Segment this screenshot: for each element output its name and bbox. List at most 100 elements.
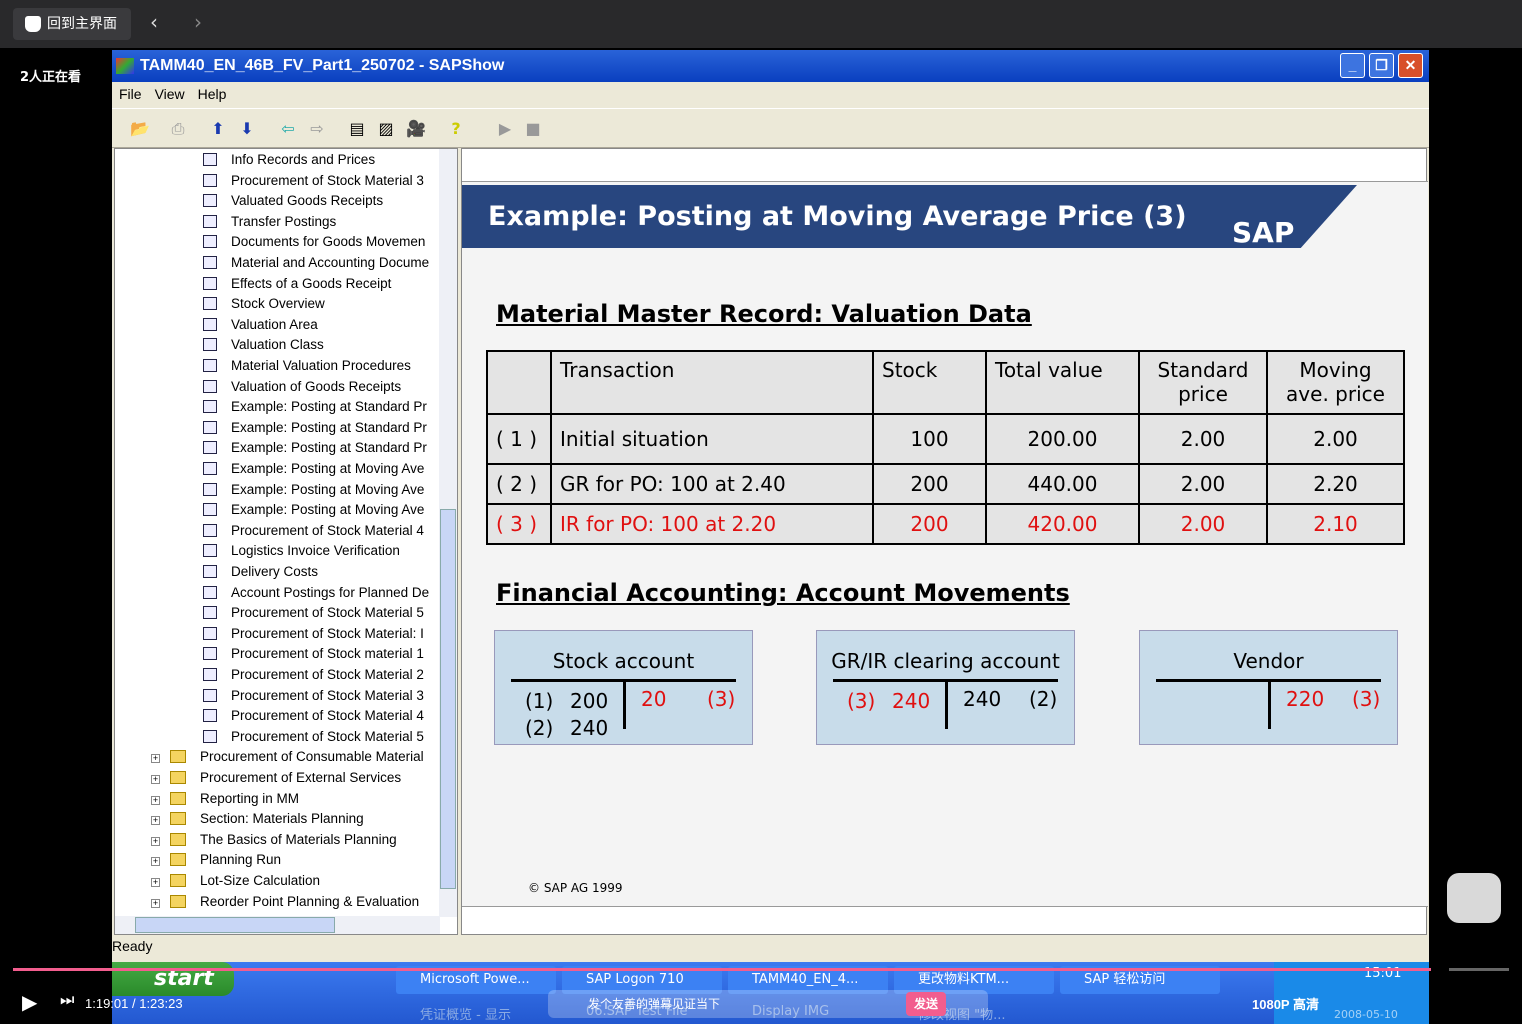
divider: [945, 679, 948, 729]
expand-icon[interactable]: +: [151, 775, 160, 784]
document-icon: [203, 400, 217, 414]
home-button[interactable]: 回到主界面: [13, 8, 131, 40]
tree-item[interactable]: Example: Posting at Standard Pr: [203, 418, 427, 438]
table-cell: 200: [872, 503, 987, 545]
tree-item[interactable]: Delivery Costs: [203, 562, 318, 582]
tree-item[interactable]: Valuation Area: [203, 315, 318, 335]
close-button[interactable]: ✕: [1398, 53, 1423, 78]
tree-item[interactable]: Procurement of Stock Material 2: [203, 665, 424, 685]
open-folder-icon[interactable]: 📂: [130, 119, 150, 139]
tree-item[interactable]: Material and Accounting Docume: [203, 253, 429, 273]
table-cell: Initial situation: [550, 413, 874, 465]
tree-item[interactable]: Example: Posting at Moving Ave: [203, 459, 424, 479]
tree-item[interactable]: Procurement of Stock Material 3: [203, 686, 424, 706]
tree-item[interactable]: + The Basics of Materials Planning: [151, 830, 397, 850]
stop-icon[interactable]: ■: [523, 119, 543, 139]
tree-item[interactable]: + Reorder Point Planning & Evaluation: [151, 892, 419, 912]
next-button[interactable]: ⏭: [60, 992, 74, 1010]
tree-item[interactable]: + Section: Materials Planning: [151, 809, 364, 829]
tree-item[interactable]: Example: Posting at Standard Pr: [203, 438, 427, 458]
document-icon: [203, 729, 217, 743]
tree-item[interactable]: Effects of a Goods Receipt: [203, 274, 391, 294]
expand-icon[interactable]: +: [151, 816, 160, 826]
scroll-thumb[interactable]: [135, 917, 335, 933]
tree-horizontal-scrollbar[interactable]: [115, 916, 440, 934]
tree-item[interactable]: Example: Posting at Moving Ave: [203, 500, 424, 520]
document-icon: [203, 585, 217, 599]
tree-item[interactable]: Logistics Invoice Verification: [203, 541, 400, 561]
tree-item[interactable]: + Procurement of External Services: [151, 768, 401, 788]
print-icon[interactable]: ⎙: [168, 119, 188, 139]
tree-item[interactable]: Valuation of Goods Receipts: [203, 377, 401, 397]
play-overlay-button[interactable]: [1447, 873, 1501, 923]
arrow-up-icon[interactable]: ⬆: [208, 119, 228, 139]
expand-icon[interactable]: +: [151, 836, 160, 846]
video-progress[interactable]: [13, 968, 1432, 971]
menu-file[interactable]: File: [119, 86, 142, 102]
scroll-thumb[interactable]: [440, 509, 456, 889]
tree-item[interactable]: Procurement of Stock Material 5: [203, 603, 424, 623]
help-icon[interactable]: ?: [446, 119, 466, 139]
tree-item[interactable]: Transfer Postings: [203, 212, 336, 232]
tree-item[interactable]: Account Postings for Planned De: [203, 583, 429, 603]
folder-icon: [170, 812, 186, 826]
minimize-button[interactable]: _: [1340, 53, 1365, 78]
title-bar: TAMM40_EN_46B_FV_Part1_250702 - SAPShow …: [112, 50, 1429, 82]
tree-item[interactable]: Example: Posting at Moving Ave: [203, 480, 424, 500]
danmu-input[interactable]: 发个友善的弹幕见证当下 发送: [548, 990, 988, 1018]
tree-item[interactable]: + Planning Run: [151, 850, 281, 870]
arrow-left-icon[interactable]: ⇦: [278, 119, 298, 139]
play-icon[interactable]: ▶: [495, 119, 515, 139]
tree-item[interactable]: Stock Overview: [203, 294, 325, 314]
list-icon[interactable]: ▤: [347, 119, 367, 139]
arrow-right-icon[interactable]: ⇨: [307, 119, 327, 139]
maximize-button[interactable]: ❐: [1369, 53, 1394, 78]
sap-logo: SAP: [1232, 185, 1357, 248]
document-icon: [203, 503, 217, 517]
tree-item[interactable]: Procurement of Stock Material 5: [203, 727, 424, 747]
quality-button[interactable]: 1080P 高清: [1252, 994, 1319, 1013]
tree-item[interactable]: Example: Posting at Standard Pr: [203, 397, 427, 417]
tree-item-label: Example: Posting at Standard Pr: [231, 419, 427, 435]
tree-item[interactable]: + Reporting in MM: [151, 789, 299, 809]
tree-item[interactable]: Info Records and Prices: [203, 150, 375, 170]
tree-item[interactable]: Procurement of Stock Material 4: [203, 706, 424, 726]
expand-icon[interactable]: +: [151, 857, 160, 867]
tree-vertical-scrollbar[interactable]: [439, 149, 457, 917]
expand-icon[interactable]: +: [151, 898, 160, 908]
expand-icon[interactable]: +: [151, 754, 160, 764]
table-cell: ( 1 ): [486, 413, 552, 465]
play-button[interactable]: ▶: [22, 990, 37, 1015]
slide-title: Example: Posting at Moving Average Price…: [462, 185, 1232, 248]
tree-item[interactable]: Material Valuation Procedures: [203, 356, 411, 376]
tree-item[interactable]: Valuated Goods Receipts: [203, 191, 383, 211]
tree-item[interactable]: + Procurement of Consumable Material: [151, 747, 424, 767]
menu-help[interactable]: Help: [198, 86, 227, 102]
window-icon[interactable]: ▨: [376, 119, 396, 139]
expand-icon[interactable]: +: [151, 878, 160, 887]
tree-item[interactable]: Documents for Goods Movemen: [203, 232, 425, 252]
menu-view[interactable]: View: [155, 86, 185, 102]
system-tray: 15:01 2008-05-10: [1274, 962, 1429, 1024]
tree-item[interactable]: Procurement of Stock Material 3: [203, 171, 424, 191]
taskbar-task[interactable]: 凭证概览 - 显示: [396, 1004, 556, 1024]
debit-ref: (3): [847, 689, 876, 713]
tree-item[interactable]: Procurement of Stock material 1: [203, 644, 424, 664]
video-progress-remaining[interactable]: [1449, 968, 1509, 971]
tree-item-label: Lot-Size Calculation: [200, 873, 321, 888]
tree-item-label: Procurement of Stock Material 4: [231, 708, 424, 724]
back-icon[interactable]: ‹: [150, 10, 158, 34]
arrow-down-icon[interactable]: ⬇: [237, 119, 257, 139]
table-cell: 100: [872, 413, 987, 465]
camera-icon[interactable]: 🎥: [406, 119, 426, 139]
tree-item[interactable]: Procurement of Stock Material: I: [203, 624, 424, 644]
debit-ref: (1): [525, 689, 554, 713]
tree-item[interactable]: Valuation Class: [203, 335, 324, 355]
tree-item[interactable]: Procurement of Stock Material 4: [203, 521, 424, 541]
tree-item[interactable]: + Lot-Size Calculation: [151, 871, 320, 891]
expand-icon[interactable]: +: [151, 795, 160, 805]
send-button[interactable]: 发送: [906, 992, 946, 1016]
sapshow-window: TAMM40_EN_46B_FV_Part1_250702 - SAPShow …: [112, 50, 1429, 962]
forward-icon[interactable]: ›: [194, 10, 202, 34]
document-icon: [203, 235, 217, 249]
